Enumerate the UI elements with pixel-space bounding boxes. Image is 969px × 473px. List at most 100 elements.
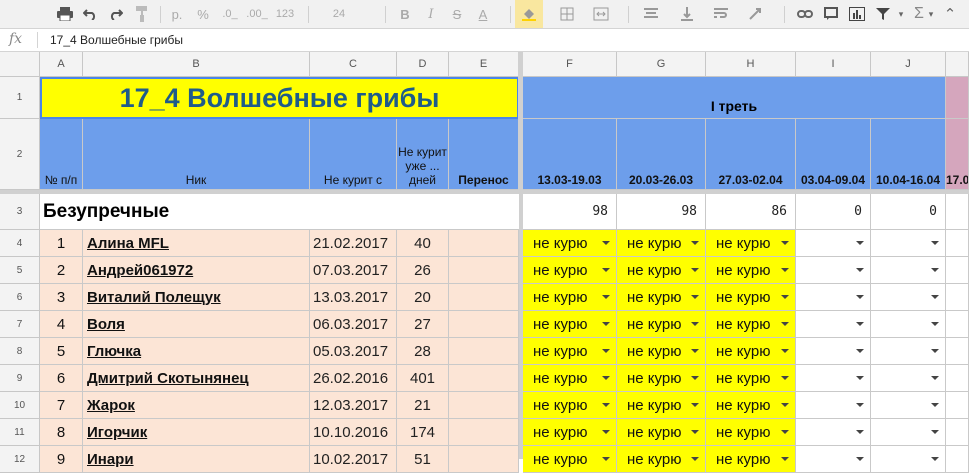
font-size-select[interactable]: 24 [325, 0, 353, 28]
fill-color-icon[interactable] [515, 0, 543, 28]
dropdown-arrow-icon[interactable] [856, 457, 864, 461]
dropdown-arrow-icon[interactable] [931, 349, 939, 353]
week-status-dropdown[interactable]: не курю [617, 446, 706, 473]
dropdown-arrow-icon[interactable] [691, 376, 699, 380]
paint-format-icon[interactable] [132, 0, 152, 28]
participant-transfer[interactable] [449, 446, 519, 473]
week-status-dropdown[interactable] [871, 338, 946, 365]
dropdown-arrow-icon[interactable] [691, 403, 699, 407]
participant-since[interactable]: 26.02.2016 [310, 365, 397, 392]
dropdown-arrow-icon[interactable] [602, 403, 610, 407]
dropdown-arrow-icon[interactable] [691, 322, 699, 326]
text-rotation-icon[interactable] [744, 0, 766, 28]
header-week-5[interactable]: 10.04-16.04 [871, 119, 946, 190]
week-6-cell[interactable] [946, 419, 969, 446]
participant-days[interactable]: 27 [397, 311, 449, 338]
column-header-k[interactable] [946, 52, 969, 77]
participant-nick[interactable]: Глючка [83, 338, 310, 365]
participant-days[interactable]: 40 [397, 230, 449, 257]
week-status-dropdown[interactable] [796, 392, 871, 419]
undo-icon[interactable] [80, 0, 100, 28]
week-status-dropdown[interactable] [796, 311, 871, 338]
participant-transfer[interactable] [449, 230, 519, 257]
week-status-dropdown[interactable]: не курю [523, 311, 617, 338]
horizontal-align-icon[interactable] [640, 0, 662, 28]
section-score-week-4[interactable]: 0 [796, 194, 871, 230]
dropdown-arrow-icon[interactable] [856, 295, 864, 299]
participant-number[interactable]: 8 [40, 419, 83, 446]
week-status-dropdown[interactable] [871, 446, 946, 473]
filter-icon[interactable] [872, 0, 894, 28]
increase-decimal-button[interactable]: .00_ [244, 0, 270, 28]
dropdown-arrow-icon[interactable] [781, 376, 789, 380]
section-score-week-1[interactable]: 98 [523, 194, 617, 230]
dropdown-arrow-icon[interactable] [931, 322, 939, 326]
participant-since[interactable]: 13.03.2017 [310, 284, 397, 311]
dropdown-arrow-icon[interactable] [781, 295, 789, 299]
select-all-corner[interactable] [0, 52, 40, 77]
participant-since[interactable]: 06.03.2017 [310, 311, 397, 338]
week-status-dropdown[interactable] [796, 365, 871, 392]
dropdown-arrow-icon[interactable] [931, 403, 939, 407]
header-week-6[interactable]: 17.0 [946, 119, 969, 190]
week-status-dropdown[interactable]: не курю [706, 257, 796, 284]
header-week-3[interactable]: 27.03-02.04 [706, 119, 796, 190]
dropdown-arrow-icon[interactable] [856, 403, 864, 407]
redo-icon[interactable] [106, 0, 126, 28]
column-header-f[interactable]: F [523, 52, 617, 77]
participant-transfer[interactable] [449, 338, 519, 365]
dropdown-arrow-icon[interactable] [931, 241, 939, 245]
row-header-10[interactable]: 10 [0, 392, 40, 419]
dropdown-arrow-icon[interactable] [691, 268, 699, 272]
header-week-4[interactable]: 03.04-09.04 [796, 119, 871, 190]
participant-since[interactable]: 21.02.2017 [310, 230, 397, 257]
week-status-dropdown[interactable] [871, 257, 946, 284]
week-status-dropdown[interactable] [871, 311, 946, 338]
dropdown-arrow-icon[interactable] [856, 241, 864, 245]
week-status-dropdown[interactable] [796, 446, 871, 473]
dropdown-arrow-icon[interactable] [781, 241, 789, 245]
participant-nick[interactable]: Дмитрий Скотынянец [83, 365, 310, 392]
third-header-cell[interactable]: I треть [523, 77, 946, 119]
currency-format-button[interactable]: p. [168, 0, 186, 28]
participant-number[interactable]: 9 [40, 446, 83, 473]
row-header-12[interactable]: 12 [0, 446, 40, 473]
strikethrough-button[interactable]: S [448, 0, 466, 28]
column-header-i[interactable]: I [796, 52, 871, 77]
row-header-11[interactable]: 11 [0, 419, 40, 446]
participant-number[interactable]: 2 [40, 257, 83, 284]
week-6-cell[interactable] [946, 446, 969, 473]
participant-days[interactable]: 26 [397, 257, 449, 284]
sheet-title-cell[interactable]: 17_4 Волшебные грибы [40, 77, 519, 119]
week-6-cell[interactable] [946, 338, 969, 365]
week-status-dropdown[interactable]: не курю [523, 230, 617, 257]
merge-cells-icon[interactable] [590, 0, 612, 28]
participant-number[interactable]: 3 [40, 284, 83, 311]
week-6-cell[interactable] [946, 284, 969, 311]
participant-days[interactable]: 21 [397, 392, 449, 419]
more-formats-button[interactable]: 123 [270, 0, 300, 28]
week-status-dropdown[interactable]: не курю [523, 257, 617, 284]
week-6-cell[interactable] [946, 392, 969, 419]
participant-since[interactable]: 10.10.2016 [310, 419, 397, 446]
section-score-week-5[interactable]: 0 [871, 194, 946, 230]
header-week-1[interactable]: 13.03-19.03 [523, 119, 617, 190]
filter-dropdown-icon[interactable]: ▾ [896, 0, 906, 28]
week-status-dropdown[interactable] [796, 419, 871, 446]
participant-days[interactable]: 28 [397, 338, 449, 365]
dropdown-arrow-icon[interactable] [691, 457, 699, 461]
section-score-week-2[interactable]: 98 [617, 194, 706, 230]
dropdown-arrow-icon[interactable] [931, 376, 939, 380]
participant-nick[interactable]: Воля [83, 311, 310, 338]
formula-input[interactable]: 17_4 Волшебные грибы [50, 33, 183, 47]
week-status-dropdown[interactable]: не курю [706, 311, 796, 338]
print-icon[interactable] [55, 0, 75, 28]
dropdown-arrow-icon[interactable] [781, 349, 789, 353]
week-6-cell[interactable] [946, 230, 969, 257]
column-header-b[interactable]: B [83, 52, 310, 77]
dropdown-arrow-icon[interactable] [856, 376, 864, 380]
row-header-5[interactable]: 5 [0, 257, 40, 284]
participant-number[interactable]: 6 [40, 365, 83, 392]
header-days[interactable]: Не курит уже ... дней [397, 119, 449, 190]
dropdown-arrow-icon[interactable] [602, 430, 610, 434]
